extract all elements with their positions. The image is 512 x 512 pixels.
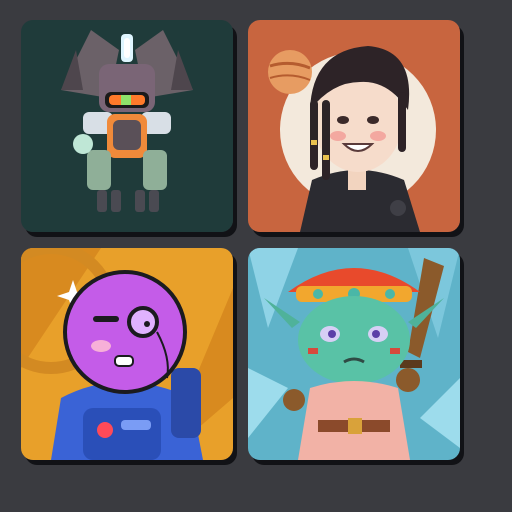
avatar-card-dreadlocks[interactable] [248,20,460,232]
goblin-warrior-avatar [248,248,460,460]
purple-astronaut-avatar [21,248,233,460]
avatar-card-goblin[interactable] [248,248,460,460]
avatar-gallery [0,0,512,512]
robot-mech-avatar [21,20,233,232]
dreadlocks-person-avatar [248,20,460,232]
avatar-card-astronaut[interactable] [21,248,233,460]
avatar-card-robot[interactable] [21,20,233,232]
